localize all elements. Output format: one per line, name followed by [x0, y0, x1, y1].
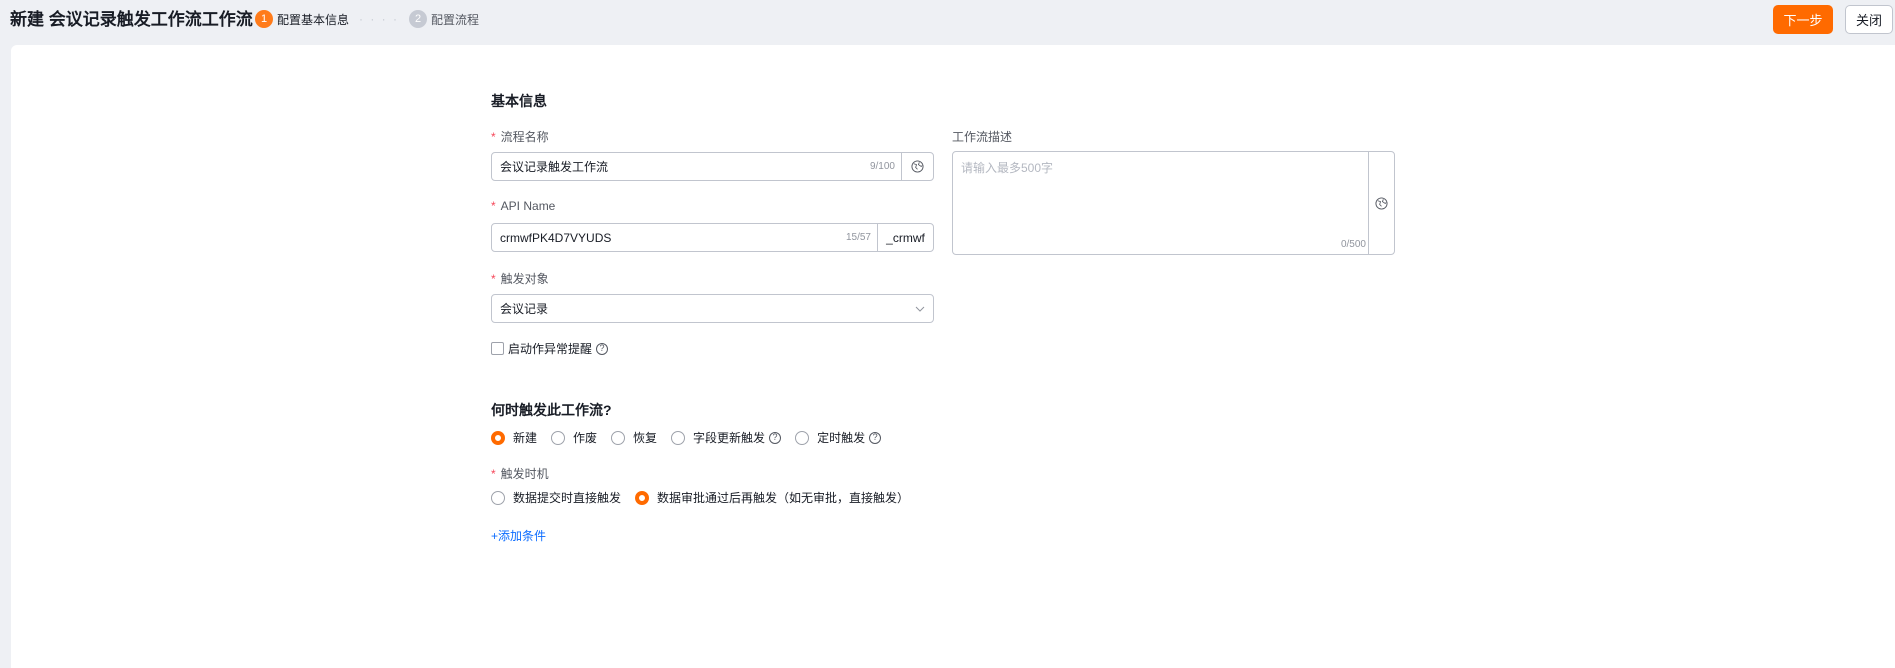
radio-button[interactable]: [635, 490, 650, 505]
top-bar: 新建 会议记录触发工作流工作流 1 配置基本信息 · · · · 2 配置流程 …: [0, 0, 1895, 44]
exception-alert-row: 启动作异常提醒 ?: [491, 340, 609, 357]
trigger-timing-label-text: 触发时机: [500, 467, 549, 481]
radio-button[interactable]: [551, 430, 566, 445]
question-circle-icon[interactable]: ?: [869, 431, 882, 444]
flow-name-label: * 流程名称: [491, 128, 549, 145]
api-name-counter: 15/57: [845, 232, 871, 243]
required-mark: *: [491, 199, 496, 213]
trigger-option-void[interactable]: 作废: [551, 429, 597, 446]
flow-name-counter: 9/100: [869, 161, 895, 172]
trigger-option-label: 字段更新触发: [693, 431, 766, 445]
description-textarea[interactable]: 请输入最多500字 0/500: [952, 151, 1395, 255]
step-number-1: 1: [255, 10, 273, 28]
radio-button[interactable]: [671, 430, 686, 445]
trigger-object-label: * 触发对象: [491, 270, 549, 287]
flow-name-input[interactable]: 会议记录触发工作流 9/100: [491, 152, 934, 181]
question-circle-icon[interactable]: ?: [596, 342, 609, 355]
description-label: 工作流描述: [952, 130, 1013, 144]
timing-option-on-submit[interactable]: 数据提交时直接触发: [491, 489, 621, 506]
chevron-down-icon: [915, 306, 925, 312]
api-name-value: crmwfPK4D7VYUDS: [500, 230, 612, 245]
step-indicator: 1 配置基本信息 · · · · 2 配置流程: [255, 10, 479, 28]
trigger-option-restore[interactable]: 恢复: [611, 429, 657, 446]
trigger-option-scheduled[interactable]: 定时触发 ?: [795, 429, 882, 446]
globe-icon: [1375, 196, 1388, 210]
trigger-section-title: 何时触发此工作流?: [491, 402, 612, 418]
required-mark: *: [491, 271, 496, 286]
page-title: 新建 会议记录触发工作流工作流: [10, 10, 253, 29]
flow-name-value: 会议记录触发工作流: [500, 160, 609, 174]
trigger-option-label: 恢复: [633, 431, 658, 445]
description-counter: 0/500: [1340, 239, 1366, 250]
required-mark: *: [491, 466, 496, 481]
trigger-option-label: 作废: [573, 431, 598, 445]
trigger-timing-radio-group: 数据提交时直接触发 数据审批通过后再触发（如无审批，直接触发）: [491, 489, 923, 506]
basic-info-title: 基本信息: [491, 93, 547, 109]
trigger-type-radio-group: 新建 作废 恢复 字段更新触发 ? 定时触发 ?: [491, 429, 895, 446]
form-card: 基本信息 * 流程名称 会议记录触发工作流 9/100 * API Name c…: [11, 45, 1895, 668]
api-name-input[interactable]: crmwfPK4D7VYUDS 15/57 _crmwf: [491, 223, 934, 252]
close-button[interactable]: 关闭: [1845, 5, 1893, 34]
trigger-option-label: 定时触发: [817, 431, 866, 445]
exception-alert-checkbox[interactable]: [491, 342, 504, 355]
api-name-label: * API Name: [491, 199, 555, 213]
add-condition-link[interactable]: +添加条件: [491, 527, 546, 544]
flow-name-label-text: 流程名称: [500, 130, 549, 144]
trigger-object-select[interactable]: 会议记录: [491, 294, 934, 323]
trigger-option-label: 新建: [513, 431, 538, 445]
timing-option-label: 数据审批通过后再触发（如无审批，直接触发）: [657, 491, 910, 505]
required-mark: *: [491, 129, 496, 144]
step-separator: · · · ·: [359, 12, 400, 26]
radio-button[interactable]: [611, 430, 626, 445]
trigger-timing-label: * 触发时机: [491, 465, 549, 482]
radio-button[interactable]: [491, 430, 505, 445]
trigger-object-value: 会议记录: [500, 302, 549, 316]
timing-option-after-approval[interactable]: 数据审批通过后再触发（如无审批，直接触发）: [635, 489, 909, 506]
exception-alert-label: 启动作异常提醒: [508, 342, 593, 356]
next-step-button[interactable]: 下一步: [1773, 5, 1833, 34]
flow-name-translate-button[interactable]: [901, 153, 933, 180]
radio-button[interactable]: [795, 430, 810, 445]
timing-option-label: 数据提交时直接触发: [513, 491, 622, 505]
description-translate-button[interactable]: [1368, 152, 1394, 254]
step-basic-info[interactable]: 1 配置基本信息: [255, 10, 349, 28]
globe-icon: [911, 160, 924, 173]
radio-button[interactable]: [491, 490, 505, 505]
step-label-basic-info: 配置基本信息: [277, 12, 350, 27]
trigger-option-create[interactable]: 新建: [491, 429, 537, 446]
step-label-configure-flow: 配置流程: [431, 12, 480, 27]
api-name-label-text: API Name: [500, 199, 556, 213]
api-name-suffix: _crmwf: [877, 224, 933, 251]
step-number-2: 2: [409, 10, 428, 28]
trigger-object-label-text: 触发对象: [500, 272, 549, 286]
trigger-option-field-update[interactable]: 字段更新触发 ?: [671, 429, 782, 446]
description-placeholder: 请输入最多500字: [961, 161, 1054, 175]
question-circle-icon[interactable]: ?: [769, 431, 782, 444]
step-configure-flow[interactable]: 2 配置流程: [409, 10, 479, 28]
